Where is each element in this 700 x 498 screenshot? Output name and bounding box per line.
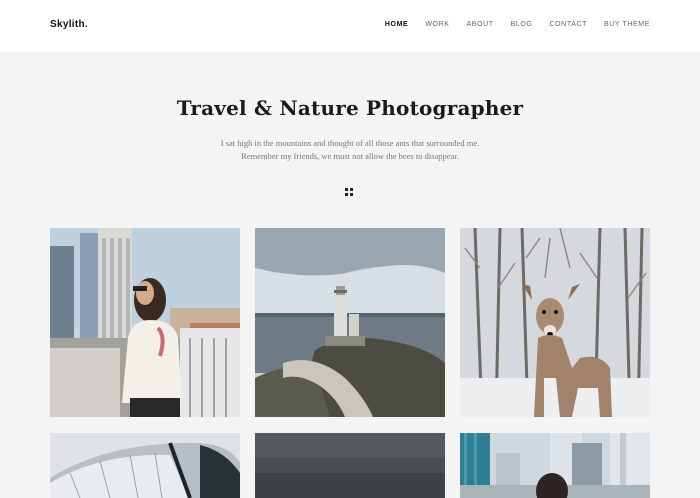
gallery-item-dark-sky[interactable] bbox=[255, 433, 445, 498]
hero-title: Travel & Nature Photographer bbox=[176, 96, 524, 120]
hero-subtitle: I sat high in the mountains and thought … bbox=[0, 137, 700, 163]
deer-snow-forest-photo bbox=[460, 228, 650, 417]
nav-buy-theme[interactable]: BUY THEME bbox=[604, 21, 650, 28]
architecture-sail-photo bbox=[50, 433, 240, 498]
nav-contact[interactable]: CONTACT bbox=[549, 21, 587, 28]
nav-blog[interactable]: BLOG bbox=[511, 21, 533, 28]
hero-subtitle-line-1: I sat high in the mountains and thought … bbox=[220, 138, 480, 148]
woman-city-skyline-photo bbox=[460, 433, 650, 498]
grid-icon[interactable] bbox=[345, 188, 355, 198]
main-nav: HOME WORK ABOUT BLOG CONTACT BUY THEME bbox=[385, 21, 650, 28]
gallery-item-woman-city[interactable] bbox=[50, 228, 240, 417]
gallery-item-deer[interactable] bbox=[460, 228, 650, 417]
nav-about[interactable]: ABOUT bbox=[467, 21, 494, 28]
nav-work[interactable]: WORK bbox=[425, 21, 449, 28]
woman-city-balcony-photo bbox=[50, 228, 240, 417]
nav-home[interactable]: HOME bbox=[385, 21, 408, 28]
site-header: Skylith. HOME WORK ABOUT BLOG CONTACT BU… bbox=[0, 0, 700, 52]
hero-subtitle-line-2: Remember my friends, we must not allow t… bbox=[241, 151, 459, 161]
gallery-item-architecture[interactable] bbox=[50, 433, 240, 498]
lighthouse-coast-photo bbox=[255, 228, 445, 417]
site-logo[interactable]: Skylith. bbox=[50, 19, 88, 30]
gallery-item-lighthouse[interactable] bbox=[255, 228, 445, 417]
gallery-item-woman-skyline[interactable] bbox=[460, 433, 650, 498]
dark-sky-photo bbox=[255, 433, 445, 498]
